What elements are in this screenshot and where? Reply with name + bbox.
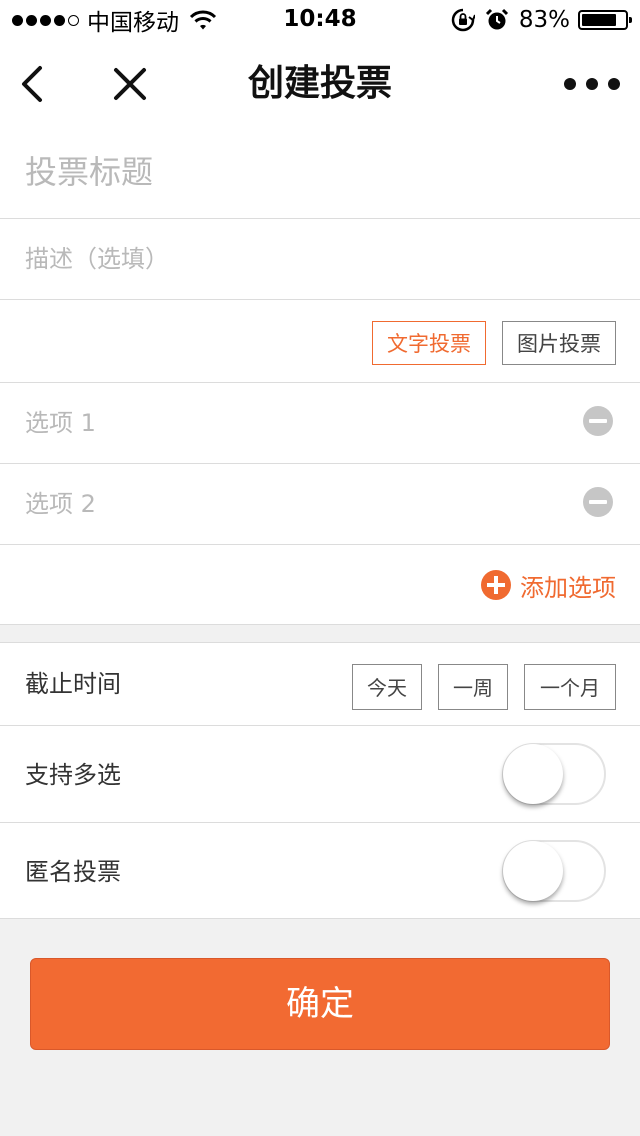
vote-title-placeholder: 投票标题	[25, 153, 154, 191]
anonymous-row: 匿名投票	[0, 823, 640, 920]
option-input-2[interactable]: 选项 2	[0, 464, 640, 545]
deadline-today-button[interactable]: 今天	[352, 664, 422, 710]
remove-option-1-icon[interactable]	[583, 406, 613, 436]
settings-card: 截止时间 今天 一周 一个月 支持多选 匿名投票	[0, 642, 640, 919]
toggle-knob	[503, 841, 563, 901]
option-1-placeholder: 选项 1	[25, 409, 96, 437]
deadline-month-button[interactable]: 一个月	[524, 664, 616, 710]
deadline-row: 截止时间 今天 一周 一个月	[0, 643, 640, 726]
status-bar: 中国移动 10:48 83%	[0, 0, 640, 40]
rotation-lock-icon	[451, 8, 475, 32]
add-option-button[interactable]: 添加选项	[481, 567, 616, 603]
image-vote-button[interactable]: 图片投票	[502, 321, 616, 365]
page-title: 创建投票	[247, 63, 392, 104]
description-placeholder: 描述（选填）	[25, 245, 169, 273]
option-2-placeholder: 选项 2	[25, 490, 96, 518]
add-option-label: 添加选项	[520, 573, 616, 602]
multi-select-row: 支持多选	[0, 726, 640, 823]
multi-select-toggle[interactable]	[502, 743, 606, 805]
alarm-icon	[485, 8, 508, 30]
deadline-label: 截止时间	[25, 670, 121, 698]
status-right: 83%	[451, 6, 632, 34]
option-input-1[interactable]: 选项 1	[0, 383, 640, 464]
battery-percent: 83%	[518, 7, 570, 33]
battery-icon	[578, 10, 632, 30]
vote-type-row: 文字投票 图片投票	[0, 300, 640, 383]
anonymous-toggle[interactable]	[502, 840, 606, 902]
description-input[interactable]: 描述（选填）	[0, 219, 640, 300]
add-option-row: 添加选项	[0, 545, 640, 625]
deadline-week-button[interactable]: 一周	[438, 664, 508, 710]
remove-option-2-icon[interactable]	[583, 487, 613, 517]
divider	[0, 918, 640, 919]
text-vote-button[interactable]: 文字投票	[372, 321, 486, 365]
multi-select-label: 支持多选	[25, 761, 121, 789]
nav-bar: 创建投票	[0, 40, 640, 128]
vote-form: 投票标题 描述（选填） 文字投票 图片投票 选项 1 选项 2 添加选项	[0, 128, 640, 625]
confirm-button[interactable]: 确定	[30, 958, 610, 1050]
anonymous-label: 匿名投票	[25, 858, 121, 886]
vote-title-input[interactable]: 投票标题	[0, 128, 640, 219]
toggle-knob	[503, 744, 563, 804]
add-circle-icon	[481, 570, 511, 600]
more-dots-icon[interactable]	[564, 70, 620, 98]
